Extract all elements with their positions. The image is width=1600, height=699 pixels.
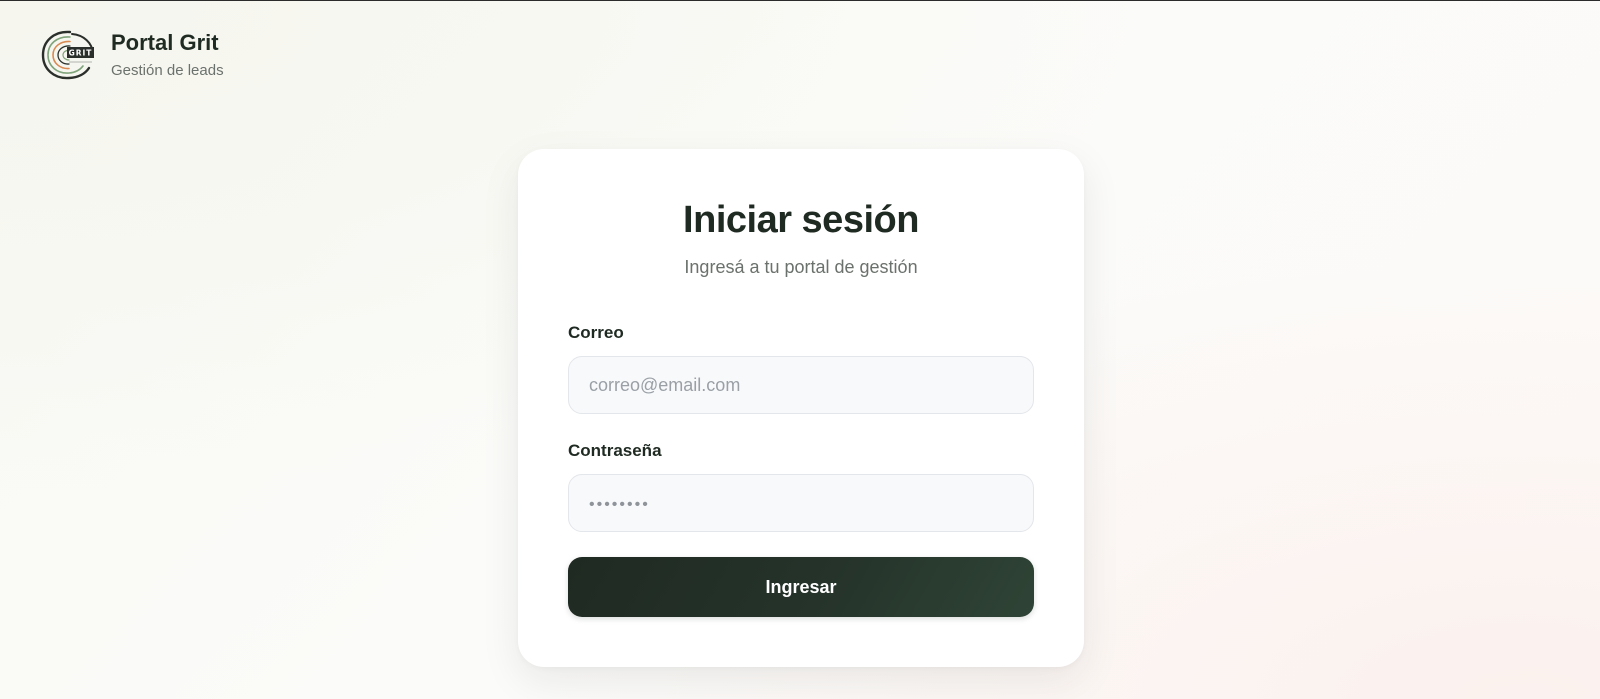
email-label: Correo xyxy=(568,323,624,342)
login-title: Iniciar sesión xyxy=(683,199,919,241)
login-submit-button[interactable]: Ingresar xyxy=(568,557,1034,617)
logo-text: GRIT xyxy=(69,48,93,57)
login-card: Iniciar sesión Ingresá a tu portal de ge… xyxy=(518,149,1084,667)
grit-logo-icon: GRIT xyxy=(41,30,94,80)
brand-header: GRIT Portal Grit Gestión de leads xyxy=(40,29,224,81)
login-subtitle: Ingresá a tu portal de gestión xyxy=(684,257,918,277)
password-label: Contraseña xyxy=(568,441,662,460)
password-field[interactable] xyxy=(568,474,1034,532)
brand-subtitle: Gestión de leads xyxy=(111,62,224,79)
brand-title: Portal Grit xyxy=(111,30,219,55)
brand-text: Portal Grit Gestión de leads xyxy=(111,29,224,81)
email-field[interactable] xyxy=(568,356,1034,414)
